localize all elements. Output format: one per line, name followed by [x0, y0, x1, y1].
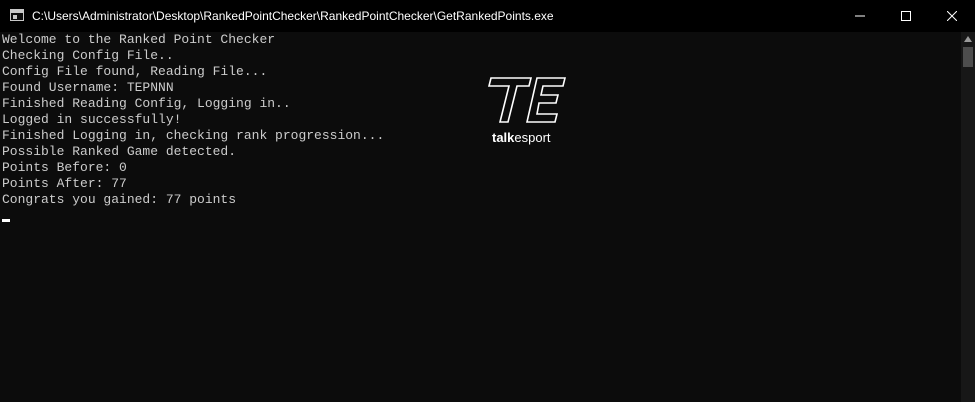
console-line: Points After: 77 — [2, 176, 127, 191]
scroll-up-arrow-icon — [964, 36, 972, 42]
text-cursor — [2, 219, 10, 222]
console-line: Checking Config File.. — [2, 48, 174, 63]
console-line: Possible Ranked Game detected. — [2, 144, 237, 159]
scroll-up-button[interactable] — [961, 32, 975, 46]
console-output[interactable]: Welcome to the Ranked Point Checker Chec… — [0, 32, 961, 402]
console-line: Congrats you gained: 77 points — [2, 192, 237, 207]
minimize-icon — [855, 15, 865, 17]
console-line: Finished Reading Config, Logging in.. — [2, 96, 291, 111]
minimize-button[interactable] — [837, 0, 883, 32]
title-bar[interactable]: C:\Users\Administrator\Desktop\RankedPoi… — [0, 0, 975, 32]
close-button[interactable] — [929, 0, 975, 32]
console-line: Points Before: 0 — [2, 160, 127, 175]
watermark-brand-bold: talk — [492, 130, 515, 145]
scroll-thumb[interactable] — [963, 47, 973, 67]
window-title: C:\Users\Administrator\Desktop\RankedPoi… — [32, 9, 554, 23]
console-line: Config File found, Reading File... — [2, 64, 268, 79]
console-line: Found Username: TEPNNN — [2, 80, 174, 95]
maximize-button[interactable] — [883, 0, 929, 32]
close-icon — [947, 11, 957, 21]
vertical-scrollbar[interactable] — [961, 32, 975, 402]
console-window: C:\Users\Administrator\Desktop\RankedPoi… — [0, 0, 975, 402]
watermark-brand: talkesport — [492, 130, 551, 145]
console-line: Finished Logging in, checking rank progr… — [2, 128, 385, 143]
console-line: Welcome to the Ranked Point Checker — [2, 32, 276, 47]
watermark-brand-rest: esport — [514, 130, 551, 145]
maximize-icon — [901, 11, 911, 21]
console-line: Logged in successfully! — [2, 112, 182, 127]
console-app-icon[interactable] — [10, 9, 24, 21]
